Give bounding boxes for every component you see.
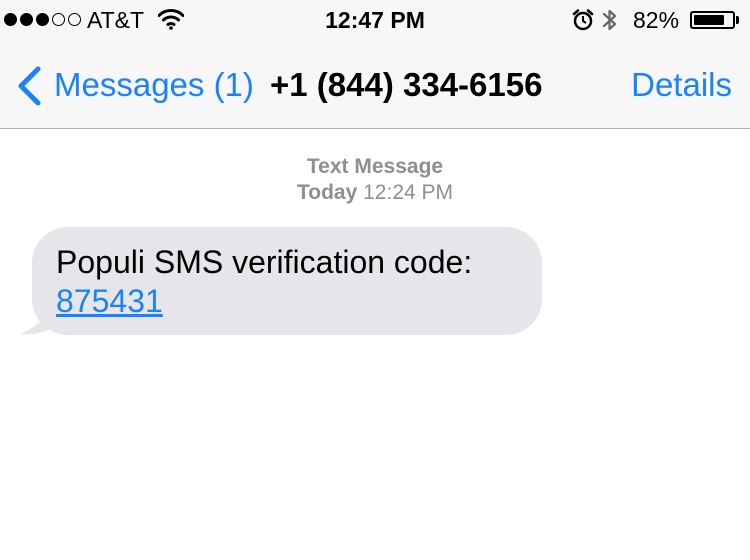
battery-icon [690, 11, 735, 29]
back-chevron-icon[interactable] [16, 66, 42, 111]
back-button[interactable]: Messages (1) [54, 67, 254, 103]
battery-tip [736, 16, 739, 24]
verification-code-link[interactable]: 875431 [56, 283, 163, 319]
timestamp-day: Today [296, 181, 358, 204]
messages-screen: AT&T 12:47 PM 82% Messages (1) +1 (844) … [0, 0, 750, 560]
battery-level-fill [694, 15, 724, 25]
status-bar: AT&T 12:47 PM 82% [0, 0, 750, 40]
message-timestamp: Today 12:24 PM [0, 181, 750, 205]
contact-phone-number: +1 (844) 334-6156 [270, 66, 543, 103]
timestamp-time: 12:24 PM [363, 181, 454, 204]
battery-percentage: 82% [633, 7, 680, 33]
message-service-label: Text Message [306, 155, 444, 178]
details-button[interactable]: Details [631, 67, 732, 103]
alarm-icon [572, 9, 594, 37]
bluetooth-icon [601, 7, 619, 39]
message-text: Populi SMS verification code: [56, 244, 473, 280]
incoming-message-bubble[interactable]: Populi SMS verification code: 875431 [32, 227, 542, 335]
